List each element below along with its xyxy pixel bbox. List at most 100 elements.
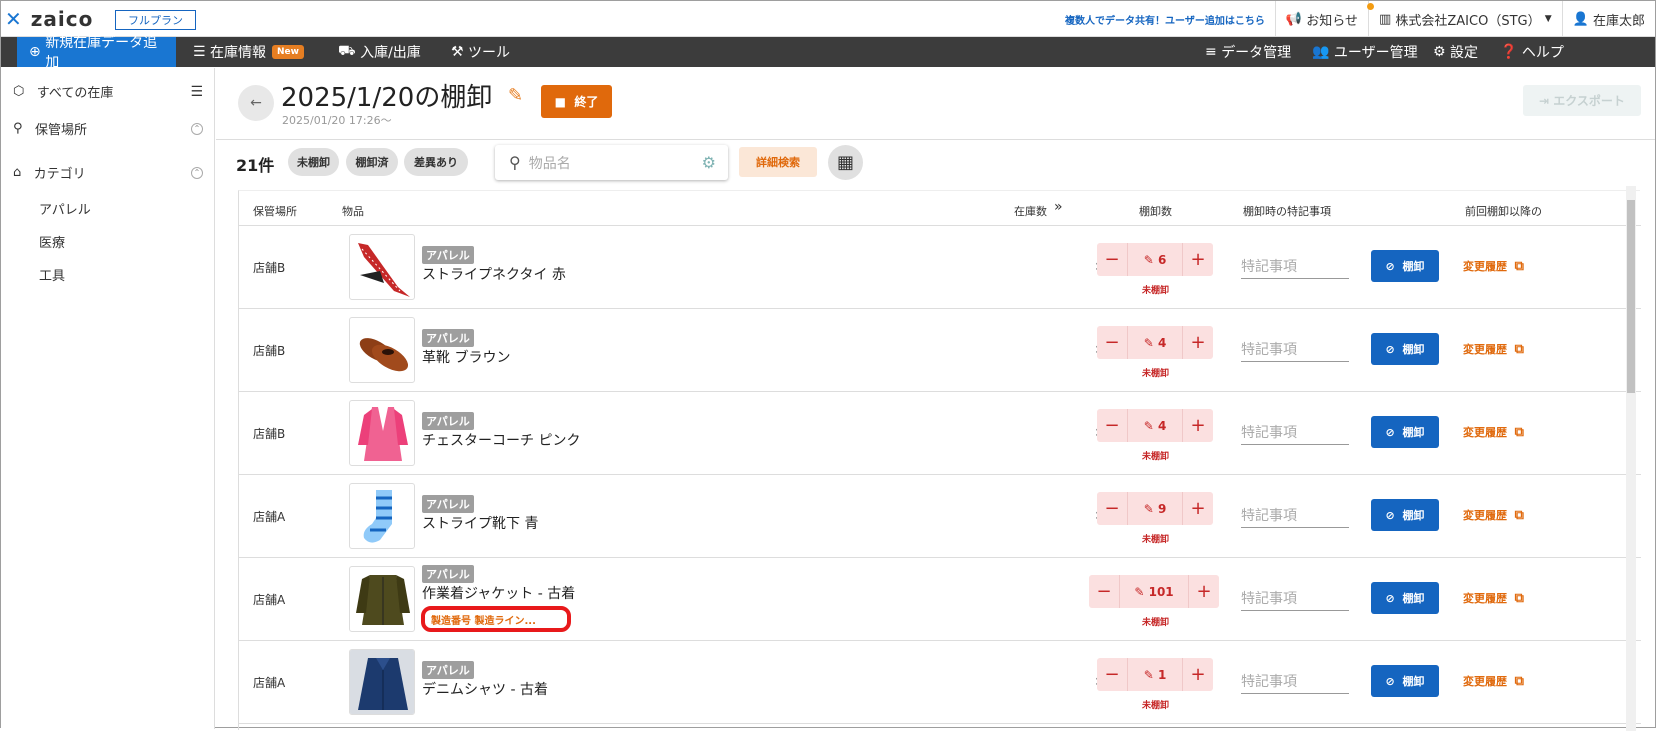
collapse-sidebar-icon[interactable]: ☰	[190, 84, 203, 100]
count-value[interactable]: ✎ 9	[1127, 492, 1183, 525]
edit-title-icon[interactable]: ✎	[508, 85, 523, 106]
expand-location-icon[interactable]: ⌃	[191, 122, 203, 135]
menu-inventory-info[interactable]: ☰ 在庫情報 New	[193, 37, 304, 67]
sidebar-category-tools[interactable]: 工具	[39, 265, 65, 284]
filter-chip-discrepancy[interactable]: 差異あり	[404, 148, 468, 176]
count-button[interactable]: ⊘ 棚卸	[1371, 499, 1439, 531]
row-location: 店舗B	[253, 427, 286, 441]
item-name[interactable]: デニムシャツ - 古着	[422, 679, 548, 699]
plus-button[interactable]: +	[1183, 664, 1213, 685]
history-link[interactable]: 変更履歴 ⧉	[1463, 507, 1524, 523]
scrollbar-thumb[interactable]	[1627, 200, 1635, 393]
sidebar-category-apparel[interactable]: アパレル	[39, 199, 91, 218]
minus-button[interactable]: −	[1097, 498, 1127, 519]
count-button[interactable]: ⊘ 棚卸	[1371, 416, 1439, 448]
count-value[interactable]: ✎ 1	[1127, 658, 1183, 691]
menu-in-out[interactable]: ⛟ 入庫/出庫	[338, 37, 421, 67]
menu-data-mgmt[interactable]: ≡ データ管理	[1205, 37, 1291, 67]
serial-tags-highlight[interactable]: 製造番号 製造ライン...	[421, 606, 571, 632]
plus-button[interactable]: +	[1183, 498, 1213, 519]
expand-columns-icon[interactable]: »	[1054, 199, 1063, 215]
plus-button[interactable]: +	[1183, 249, 1213, 270]
menu-settings[interactable]: ⚙ 設定	[1433, 37, 1478, 67]
item-name[interactable]: チェスターコーチ ピンク	[422, 430, 580, 450]
search-box[interactable]: ⚲ 物品名 ⚙	[495, 145, 728, 180]
back-button[interactable]: ←	[238, 85, 274, 121]
item-name[interactable]: ストライプネクタイ 赤	[422, 264, 566, 284]
check-circle-icon: ⊘	[1385, 425, 1395, 439]
history-link[interactable]: 変更履歴 ⧉	[1463, 424, 1524, 440]
plus-button[interactable]: +	[1183, 332, 1213, 353]
history-label: 変更履歴	[1463, 592, 1507, 605]
notice-dot	[1366, 3, 1374, 10]
new-item-button[interactable]: ⊕ 新規在庫データ追加	[17, 35, 176, 71]
item-name[interactable]: ストライプ靴下 青	[422, 513, 538, 533]
plus-button[interactable]: +	[1183, 415, 1213, 436]
history-link[interactable]: 変更履歴 ⧉	[1463, 673, 1524, 689]
table-row: 店舗A アパレル ストライプ靴下 青 9 » − ✎ 9 + 未棚卸 特記事項 …	[239, 475, 1641, 558]
history-link[interactable]: 変更履歴 ⧉	[1463, 258, 1524, 274]
expand-category-icon[interactable]: ⌃	[191, 166, 203, 179]
note-field[interactable]: 特記事項	[1241, 505, 1349, 528]
history-link[interactable]: 変更履歴 ⧉	[1463, 341, 1524, 357]
note-field[interactable]: 特記事項	[1241, 339, 1349, 362]
note-field[interactable]: 特記事項	[1241, 588, 1349, 611]
settings-label: 設定	[1450, 45, 1479, 61]
export-button[interactable]: ⇥ エクスポート	[1523, 85, 1641, 116]
sidebar-category-medical[interactable]: 医療	[39, 232, 65, 251]
plus-button[interactable]: +	[1189, 581, 1219, 602]
end-button-label: 終了	[574, 95, 599, 109]
search-input[interactable]: 物品名	[529, 153, 571, 173]
count-stepper: − ✎ 1 +	[1097, 658, 1213, 691]
item-thumbnail[interactable]	[349, 566, 415, 632]
count-value[interactable]: ✎ 101	[1119, 575, 1189, 608]
count-button[interactable]: ⊘ 棚卸	[1371, 582, 1439, 614]
menu-user-mgmt[interactable]: 👥 ユーザー管理	[1312, 37, 1418, 67]
col-header-item: 物品	[342, 205, 364, 218]
sidebar-item-category[interactable]: ⌂ カテゴリ ⌃	[13, 163, 203, 182]
count-button[interactable]: ⊘ 棚卸	[1371, 250, 1439, 282]
count-value[interactable]: ✎ 4	[1127, 409, 1183, 442]
zaico-logo[interactable]: ✕ zaico	[5, 7, 93, 31]
advanced-search-button[interactable]: 詳細検索	[739, 147, 817, 177]
item-thumbnail[interactable]	[349, 317, 415, 383]
history-link[interactable]: 変更履歴 ⧉	[1463, 590, 1524, 606]
notice-menu[interactable]: 📢 お知らせ	[1274, 1, 1374, 37]
item-name[interactable]: 作業着ジャケット - 古着	[422, 583, 575, 603]
stop-icon: ■	[554, 94, 566, 109]
menu-tools[interactable]: ⚒ ツール	[451, 37, 510, 67]
filter-chip-counted[interactable]: 棚卸済	[346, 148, 398, 176]
minus-button[interactable]: −	[1089, 581, 1119, 602]
sidebar-item-location[interactable]: ⚲ 保管場所 ⌃	[13, 119, 203, 138]
search-settings-icon[interactable]: ⚙	[702, 153, 716, 172]
col-header-location: 保管場所	[253, 205, 297, 218]
category-badge: アパレル	[422, 246, 474, 264]
note-field[interactable]: 特記事項	[1241, 422, 1349, 445]
table-scrollbar[interactable]	[1626, 186, 1636, 731]
count-value[interactable]: ✎ 4	[1127, 326, 1183, 359]
qr-scan-button[interactable]: ▦	[828, 145, 863, 180]
item-thumbnail[interactable]	[349, 649, 415, 715]
count-button[interactable]: ⊘ 棚卸	[1371, 665, 1439, 697]
end-button[interactable]: ■ 終了	[541, 85, 612, 118]
count-button[interactable]: ⊘ 棚卸	[1371, 333, 1439, 365]
denim-shirt-image	[350, 650, 414, 714]
note-field[interactable]: 特記事項	[1241, 671, 1349, 694]
menu-help[interactable]: ❓ ヘルプ	[1500, 37, 1564, 67]
add-user-link[interactable]: 複数人でデータ共有！ユーザー追加はこちら	[1055, 12, 1275, 27]
filter-chip-uncounted[interactable]: 未棚卸	[288, 148, 339, 176]
note-field[interactable]: 特記事項	[1241, 256, 1349, 279]
company-menu[interactable]: ▥ 株式会社ZAICO（STG） ▼	[1367, 1, 1562, 37]
minus-button[interactable]: −	[1097, 415, 1127, 436]
item-name[interactable]: 革靴 ブラウン	[422, 347, 510, 367]
item-thumbnail[interactable]	[349, 400, 415, 466]
minus-button[interactable]: −	[1097, 332, 1127, 353]
item-thumbnail[interactable]	[349, 234, 415, 300]
item-thumbnail[interactable]	[349, 483, 415, 549]
sidebar-all-label: すべての在庫	[36, 86, 114, 101]
user-menu[interactable]: 👤 在庫太郎	[1561, 1, 1655, 37]
count-value[interactable]: ✎ 6	[1127, 243, 1183, 276]
sidebar-item-all[interactable]: ⬡ すべての在庫 ☰	[13, 82, 203, 102]
minus-button[interactable]: −	[1097, 664, 1127, 685]
minus-button[interactable]: −	[1097, 249, 1127, 270]
